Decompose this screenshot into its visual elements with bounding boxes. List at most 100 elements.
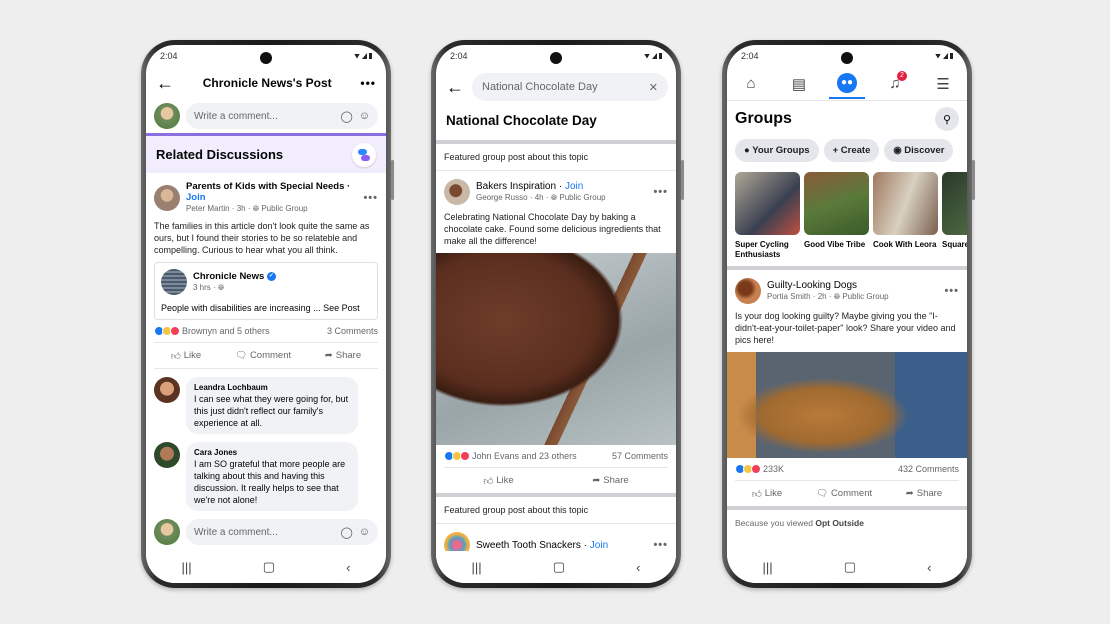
user-avatar [154, 103, 180, 129]
share-button[interactable]: ➦ Share [325, 350, 361, 361]
reaction-icons [735, 464, 761, 474]
reactions-summary[interactable]: John Evans and 23 others [472, 451, 577, 461]
join-link[interactable]: Join [186, 192, 206, 203]
back-icon[interactable]: ‹ [346, 560, 350, 575]
comment-composer-bottom: Write a comment... ◯ ☺ [146, 515, 386, 549]
tab-news[interactable]: ▤ [781, 69, 817, 99]
verified-icon: ✓ [266, 271, 276, 281]
tab-menu[interactable]: ☰ [925, 69, 961, 99]
globe-icon: 🌐︎ [217, 283, 225, 292]
post-more-icon[interactable]: ••• [653, 186, 668, 198]
commenter-avatar[interactable] [154, 442, 180, 468]
comment-input[interactable]: Write a comment... ◯ ☺ [186, 103, 378, 129]
camera-notch [260, 52, 272, 64]
compass-icon: ◉ [893, 145, 902, 156]
group-card[interactable]: Super Cycling Enthusiasts [735, 172, 800, 260]
related-discussions-title: Related Discussions [156, 147, 284, 162]
clear-search-icon[interactable]: ✕ [649, 81, 658, 94]
more-options-icon[interactable]: ••• [360, 76, 376, 90]
because-topic[interactable]: Opt Outside [815, 518, 864, 528]
camera-icon[interactable]: ◯ [340, 526, 352, 539]
group-card[interactable]: Good Vibe Tribe [804, 172, 869, 260]
discover-button[interactable]: ◉ Discover [884, 139, 954, 162]
reactions-summary[interactable]: 233K [763, 464, 784, 474]
commenter-avatar[interactable] [154, 377, 180, 403]
post-author[interactable]: George Russo [476, 193, 528, 202]
comments-count[interactable]: 57 Comments [612, 451, 668, 461]
reactions-summary[interactable]: Brownyn and 5 others [182, 326, 270, 336]
sticker-icon[interactable]: ☺ [359, 110, 370, 123]
comment-input[interactable]: Write a comment... ◯ ☺ [186, 519, 378, 545]
tab-notifications[interactable]: ♫ 2 [877, 69, 913, 99]
post-more-icon[interactable]: ••• [363, 192, 378, 204]
post-image-chocolate-cake[interactable] [436, 253, 676, 445]
group-card[interactable]: Square Garde [942, 172, 967, 260]
group-name[interactable]: Parents of Kids with Special Needs [186, 181, 344, 192]
like-button[interactable]: 👍︎ Like [483, 475, 513, 487]
group-avatar[interactable] [735, 278, 761, 304]
post-image-dog[interactable] [727, 352, 967, 458]
discussions-icon[interactable] [352, 142, 376, 167]
comments-count[interactable]: 432 Comments [898, 464, 959, 474]
back-arrow-icon[interactable]: ← [156, 74, 174, 92]
post-more-icon[interactable]: ••• [653, 539, 668, 551]
share-button[interactable]: ➦ Share [906, 488, 942, 499]
recent-apps-icon[interactable]: ||| [472, 560, 482, 575]
thumbs-up-icon: 👍︎ [751, 488, 762, 500]
sticker-icon[interactable]: ☺ [359, 526, 370, 539]
recent-apps-icon[interactable]: ||| [763, 560, 773, 575]
like-button[interactable]: 👍︎ Like [752, 488, 782, 500]
commenter-name[interactable]: Cara Jones [194, 447, 350, 458]
related-discussions-header: Related Discussions [146, 133, 386, 173]
back-icon[interactable]: ‹ [636, 560, 640, 575]
search-input[interactable]: National Chocolate Day ✕ [472, 73, 668, 101]
groups-icon: ●● [837, 72, 857, 93]
post-more-icon[interactable]: ••• [944, 285, 959, 297]
group-card[interactable]: Cook With Leora [873, 172, 938, 260]
search-icon[interactable]: ⚲ [935, 107, 959, 131]
phone-post-view: 2:04 ← Chronicle News's Post ••• Write a… [141, 40, 394, 588]
home-icon[interactable]: ▢ [553, 559, 565, 575]
your-groups-button[interactable]: ● Your Groups [735, 139, 819, 162]
pill-label: Discover [904, 145, 945, 156]
join-link[interactable]: Join [565, 181, 583, 192]
groups-carousel: Super Cycling Enthusiasts Good Vibe Trib… [727, 164, 967, 266]
tab-groups[interactable]: ●● [829, 69, 865, 99]
comment-button[interactable]: 🗨︎ Comment [235, 350, 291, 361]
group-name[interactable]: Guilty-Looking Dogs [767, 280, 938, 291]
comment-button[interactable]: 🗨︎ Comment [816, 488, 872, 499]
tab-home[interactable]: ⌂ [733, 69, 769, 99]
recent-apps-icon[interactable]: ||| [182, 560, 192, 575]
comments-count[interactable]: 3 Comments [327, 326, 378, 336]
camera-icon[interactable]: ◯ [340, 110, 352, 123]
commenter-name[interactable]: Leandra Lochbaum [194, 382, 350, 393]
shared-time: 3 hrs [193, 283, 211, 292]
post-privacy: Public Group [559, 193, 606, 202]
home-icon[interactable]: ▢ [263, 559, 275, 575]
group-name[interactable]: Bakers Inspiration [476, 181, 556, 192]
share-button[interactable]: ➦ Share [592, 475, 628, 486]
group-avatar[interactable] [154, 184, 180, 211]
group-name[interactable]: Sweeth Tooth Snackers [476, 540, 581, 551]
group-post: Parents of Kids with Special Needs · Joi… [146, 173, 386, 549]
shared-post-card[interactable]: Chronicle News ✓ 3 hrs · 🌐︎ People with d… [154, 262, 378, 320]
comment-composer-top: Write a comment... ◯ ☺ [146, 99, 386, 133]
like-button[interactable]: 👍︎ Like [171, 350, 201, 362]
join-link[interactable]: Join [590, 540, 608, 551]
featured-post: Bakers Inspiration · Join George Russo ·… [436, 171, 676, 493]
post-author[interactable]: Peter Martin [186, 204, 230, 213]
group-avatar[interactable] [444, 179, 470, 205]
globe-icon: 🌐︎ [833, 292, 841, 301]
signal-icons [644, 53, 662, 59]
back-icon[interactable]: ‹ [927, 560, 931, 575]
pill-label: Create [840, 145, 871, 156]
back-arrow-icon[interactable]: ← [446, 78, 464, 96]
post-author[interactable]: Portia Smith [767, 292, 811, 301]
create-button[interactable]: + Create [823, 139, 880, 162]
plus-icon: + [832, 145, 839, 156]
post-text: Is your dog looking guilty? Maybe giving… [735, 311, 956, 345]
newspaper-icon: ▤ [791, 75, 807, 93]
search-value: National Chocolate Day [482, 81, 598, 93]
home-icon[interactable]: ▢ [844, 559, 856, 575]
topic-title: National Chocolate Day [446, 113, 597, 128]
